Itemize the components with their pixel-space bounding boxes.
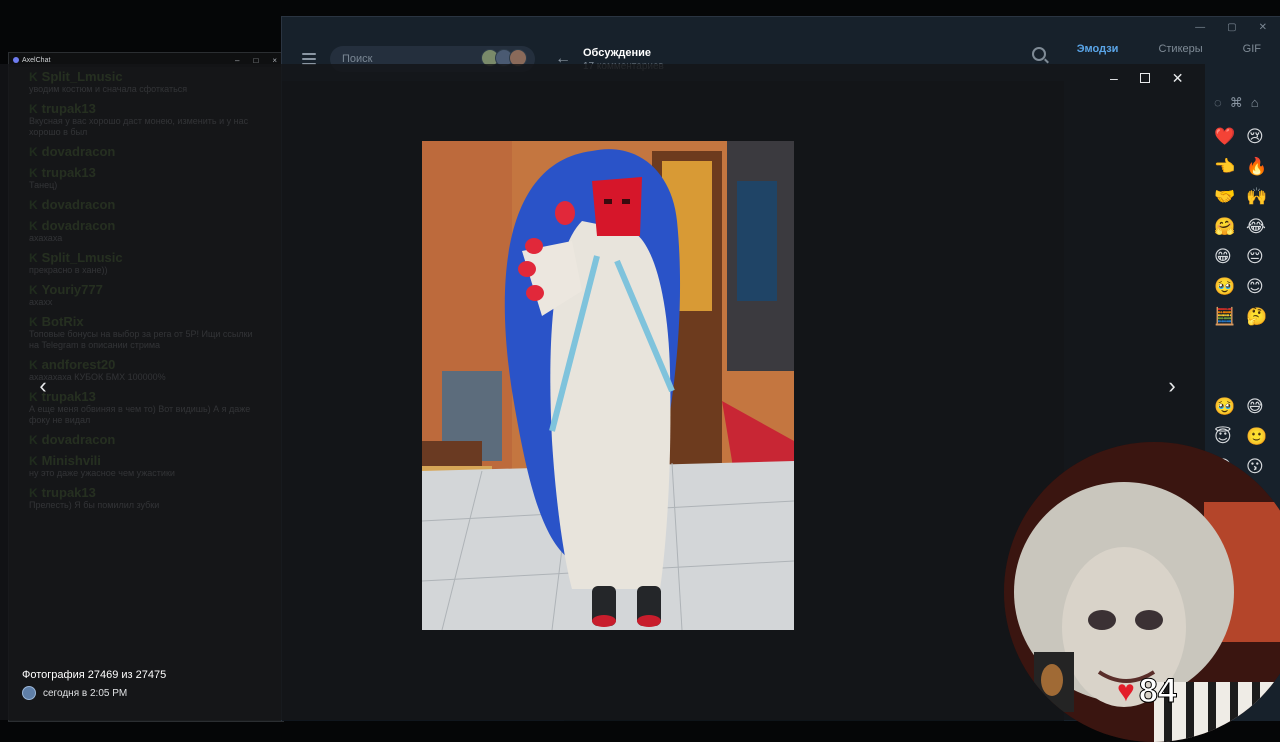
emoji-item[interactable]: [1214, 332, 1235, 362]
maximize-icon[interactable]: ▢: [1227, 22, 1236, 33]
emoji-item[interactable]: [1246, 362, 1267, 392]
previous-photo-icon[interactable]: ‹: [33, 373, 53, 399]
emoji-item[interactable]: 🔥: [1246, 152, 1267, 182]
like-count: 84: [1138, 672, 1177, 711]
emoji-item[interactable]: 😢: [1246, 122, 1267, 152]
search-icon[interactable]: [1032, 47, 1046, 61]
emoji-item[interactable]: [1214, 362, 1235, 392]
emoji-item[interactable]: 🙌: [1246, 182, 1267, 212]
minimize-icon[interactable]: —: [1195, 22, 1205, 33]
photo-date-row: сегодня в 2:05 PM: [22, 686, 166, 700]
photo-counter: Фотография 27469 из 27475: [22, 669, 167, 681]
emoji-item[interactable]: 😁: [1214, 242, 1235, 272]
axelchat-app-icon: [13, 57, 19, 63]
emoji-panel-tabs: Эмодзи Стикеры GIF: [1057, 43, 1280, 55]
minimize-icon[interactable]: –: [1110, 70, 1118, 87]
close-icon[interactable]: ✕: [1259, 22, 1267, 33]
emoji-item[interactable]: [1246, 332, 1267, 362]
emoji-item[interactable]: 😔: [1246, 242, 1267, 272]
tab-gif[interactable]: GIF: [1223, 43, 1280, 55]
photo[interactable]: [422, 141, 794, 630]
axelchat-title: AxelChat: [22, 56, 51, 64]
emoji-item[interactable]: 👈: [1214, 152, 1235, 182]
emoji-item[interactable]: 🤝: [1214, 182, 1235, 212]
telegram-window-controls: — ▢ ✕: [282, 17, 1280, 37]
emoji-column: 😢 🔥 🙌 😂 😔 😊 🤔 😅 🙂 😗: [1246, 122, 1267, 482]
emoji-item[interactable]: 🙂: [1246, 422, 1267, 452]
next-photo-icon[interactable]: ›: [1162, 373, 1182, 399]
close-icon[interactable]: ✕: [1172, 70, 1184, 87]
photo-image: [422, 141, 794, 630]
emoji-category-bar: ◌ ⌘ ⌂: [1214, 95, 1259, 111]
emoji-item[interactable]: 🥹: [1214, 392, 1235, 422]
emoji-item[interactable]: 😂: [1246, 212, 1267, 242]
emoji-item[interactable]: 🤔: [1246, 302, 1267, 332]
emoji-item[interactable]: ❤️: [1214, 122, 1235, 152]
emoji-item[interactable]: 😇: [1214, 422, 1235, 452]
emoji-item[interactable]: 🥹: [1214, 272, 1235, 302]
heart-icon: ♥: [1117, 674, 1135, 708]
tab-emoji[interactable]: Эмодзи: [1057, 43, 1139, 55]
animal-category-icon[interactable]: ⌘: [1230, 95, 1243, 111]
food-category-icon[interactable]: ⌂: [1251, 95, 1259, 111]
thread-title: Обсуждение: [583, 46, 651, 59]
photo-date: сегодня в 2:05 PM: [43, 687, 128, 699]
media-viewer-controls: – ✕: [1110, 70, 1184, 87]
like-counter: ♥ 84: [1117, 672, 1177, 711]
emoji-column: ❤️👈🤝🤗😁🥹🧮🥹😇😘: [1214, 122, 1235, 482]
emoji-item[interactable]: 😊: [1246, 272, 1267, 302]
sticker-category-icon[interactable]: ◌: [1214, 95, 1222, 111]
photo-caption: Фотография 27469 из 27475 сегодня в 2:05…: [22, 669, 166, 700]
emoji-item[interactable]: 🤗: [1214, 212, 1235, 242]
avatar[interactable]: [22, 686, 36, 700]
emoji-item[interactable]: 😅: [1246, 392, 1267, 422]
tab-stickers[interactable]: Стикеры: [1138, 43, 1222, 55]
maximize-icon[interactable]: [1139, 73, 1150, 83]
emoji-item[interactable]: 🧮: [1214, 302, 1235, 332]
